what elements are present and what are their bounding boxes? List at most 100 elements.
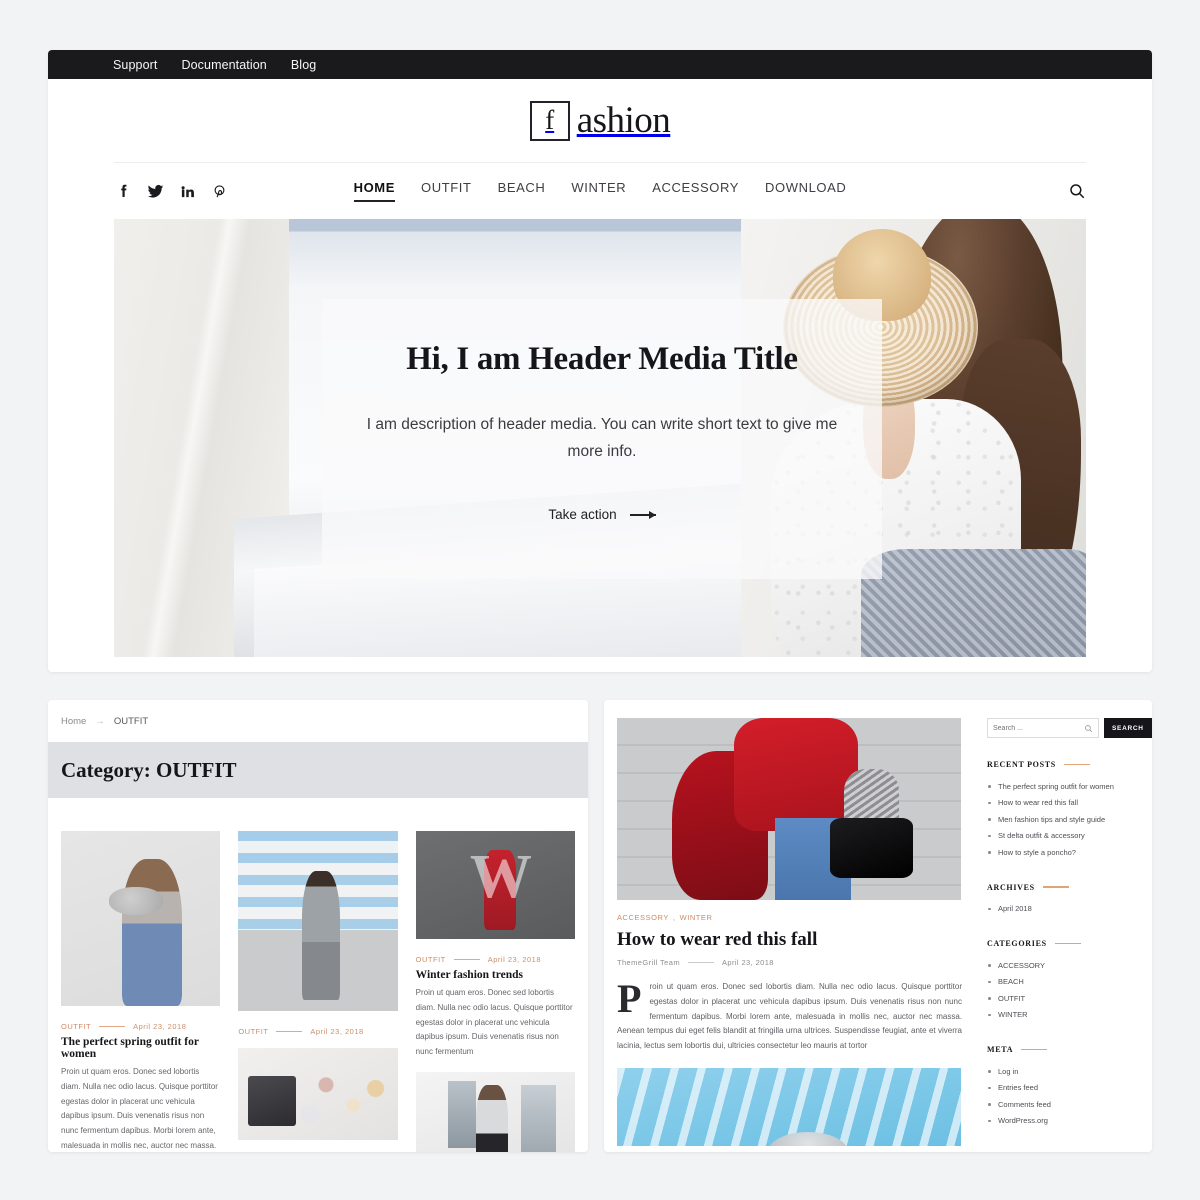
category-banner: Category: OUTFIT — [48, 742, 588, 798]
article-date: April 23, 2018 — [721, 958, 774, 967]
widget-accent-line — [1042, 886, 1069, 888]
list-item[interactable]: Comments feed — [987, 1096, 1139, 1113]
article-title[interactable]: How to wear red this fall — [617, 929, 962, 951]
masonry-column-2: OUTFIT April 23, 2018 — [238, 831, 398, 1152]
breadcrumb: Home → OUTFIT — [48, 700, 588, 742]
masonry-column-1: OUTFIT April 23, 2018 The perfect spring… — [61, 831, 221, 1152]
category-archive-card: Home → OUTFIT Category: OUTFIT OUTFIT Ap… — [48, 700, 588, 1152]
post-date: April 23, 2018 — [133, 1022, 187, 1031]
post-meta: OUTFIT April 23, 2018 — [416, 955, 575, 964]
list-item[interactable]: WordPress.org — [987, 1113, 1139, 1130]
search-field-wrapper[interactable] — [987, 718, 1099, 738]
article-category-winter[interactable]: WINTER — [680, 913, 713, 922]
list-item[interactable]: WINTER — [987, 1007, 1139, 1024]
post-category[interactable]: OUTFIT — [238, 1027, 268, 1036]
posts-masonry: OUTFIT April 23, 2018 The perfect spring… — [48, 798, 588, 1152]
post-date: April 23, 2018 — [487, 955, 542, 964]
article-meta: ThemeGrill Team April 23, 2018 — [617, 958, 962, 967]
logo-row: f ashion — [114, 79, 1086, 163]
topbar-link-blog[interactable]: Blog — [291, 58, 316, 72]
article-category-accessory[interactable]: ACCESSORY — [617, 913, 669, 922]
widget-header: META — [987, 1045, 1139, 1054]
single-post-card: ACCESSORY , WINTER How to wear red this … — [604, 700, 1152, 1152]
topbar-link-support[interactable]: Support — [113, 58, 157, 72]
page-root: Support Documentation Blog f ashion HOME… — [0, 0, 1200, 1200]
search-icon — [1084, 724, 1093, 733]
recent-post-link: Men fashion tips and style guide — [998, 814, 1106, 824]
list-item[interactable]: Log in — [987, 1063, 1139, 1080]
hero-title: Hi, I am Header Media Title — [406, 341, 798, 377]
list-item[interactable]: How to wear red this fall — [987, 795, 1139, 812]
meta-divider — [99, 1026, 126, 1027]
article-author[interactable]: ThemeGrill Team — [617, 958, 680, 967]
search-submit-button[interactable]: SEARCH — [1104, 718, 1152, 738]
nav-item-accessory[interactable]: ACCESSORY — [652, 180, 739, 202]
nav-item-download[interactable]: DOWNLOAD — [765, 180, 846, 202]
nav-item-beach[interactable]: BEACH — [498, 180, 546, 202]
post-thumbnail[interactable] — [415, 1071, 575, 1152]
page-title: Category: OUTFIT — [61, 757, 237, 782]
sidebar-search: SEARCH — [987, 718, 1152, 738]
widget-list: ACCESSORY BEACH OUTFIT WINTER — [987, 957, 1139, 1023]
widget-recent-posts: RECENT POSTS The perfect spring outfit f… — [987, 760, 1139, 861]
post-date: April 23, 2018 — [310, 1027, 364, 1036]
list-item[interactable]: The perfect spring outfit for women — [987, 778, 1139, 795]
post-thumbnail[interactable]: W — [415, 831, 575, 939]
nav-item-winter[interactable]: WINTER — [571, 180, 626, 202]
meta-divider — [453, 959, 480, 960]
widget-list: April 2018 — [987, 901, 1139, 918]
post-title[interactable]: Winter fashion trends — [416, 969, 575, 981]
list-item[interactable]: April 2018 — [987, 901, 1139, 918]
masonry-column-3: W OUTFIT April 23, 2018 Winter fashion t… — [415, 831, 575, 1152]
post-thumbnail[interactable] — [238, 1048, 398, 1140]
post-category[interactable]: OUTFIT — [61, 1022, 91, 1031]
linkedin-icon[interactable] — [178, 182, 196, 200]
list-item[interactable]: How to style a poncho? — [987, 844, 1139, 861]
widget-header: RECENT POSTS — [987, 760, 1139, 769]
widget-header: ARCHIVES — [987, 883, 1139, 892]
article-inline-image — [617, 1067, 961, 1146]
recent-post-link: The perfect spring outfit for women — [998, 781, 1114, 791]
list-item[interactable]: ACCESSORY — [987, 957, 1139, 974]
post-title[interactable]: The perfect spring outfit for women — [61, 1036, 220, 1060]
hero-cta-label: Take action — [548, 507, 617, 523]
list-item[interactable]: Entries feed — [987, 1080, 1139, 1097]
list-item[interactable]: BEACH — [987, 974, 1139, 991]
list-item[interactable]: OUTFIT — [987, 990, 1139, 1007]
header-hero-card: Support Documentation Blog f ashion HOME… — [48, 50, 1152, 672]
post-category[interactable]: OUTFIT — [416, 955, 446, 964]
sidebar: SEARCH RECENT POSTS The perfect spring o… — [987, 718, 1152, 1130]
widget-title: RECENT POSTS — [987, 760, 1056, 769]
hero-banner: Hi, I am Header Media Title I am descrip… — [114, 219, 1086, 657]
breadcrumb-home[interactable]: Home — [61, 716, 86, 727]
meta-link: Log in — [998, 1066, 1019, 1076]
widget-accent-line — [1054, 942, 1081, 945]
hero-cta-button[interactable]: Take action — [548, 507, 656, 523]
breadcrumb-separator: → — [95, 715, 105, 727]
article-featured-image — [617, 718, 961, 900]
facebook-icon[interactable] — [114, 182, 132, 200]
search-icon[interactable] — [1068, 182, 1086, 200]
topbar-link-documentation[interactable]: Documentation — [181, 58, 266, 72]
arrow-right-icon — [629, 511, 656, 518]
recent-post-link: St delta outfit & accessory — [998, 831, 1085, 840]
nav-item-outfit[interactable]: OUTFIT — [421, 180, 472, 202]
category-link: OUTFIT — [998, 993, 1026, 1003]
twitter-icon[interactable] — [146, 182, 164, 200]
nav-item-home[interactable]: HOME — [353, 180, 396, 202]
post-thumbnail[interactable] — [61, 831, 221, 1006]
site-logo[interactable]: f ashion — [529, 100, 671, 141]
logo-mark: f — [529, 100, 570, 141]
pinterest-icon[interactable] — [210, 182, 228, 200]
category-link: WINTER — [998, 1010, 1028, 1019]
widget-title: ARCHIVES — [987, 882, 1035, 892]
post-excerpt: Proin ut quam eros. Donec sed lobortis d… — [415, 988, 573, 1057]
list-item[interactable]: St delta outfit & accessory — [987, 828, 1139, 845]
recent-post-link: How to wear red this fall — [998, 798, 1079, 807]
post-meta: OUTFIT April 23, 2018 — [238, 1027, 397, 1036]
list-item[interactable]: Men fashion tips and style guide — [987, 811, 1139, 828]
archive-link: April 2018 — [998, 904, 1032, 913]
search-input[interactable] — [993, 724, 1084, 732]
post-thumbnail[interactable] — [238, 831, 398, 1011]
meta-link: WordPress.org — [998, 1116, 1048, 1125]
